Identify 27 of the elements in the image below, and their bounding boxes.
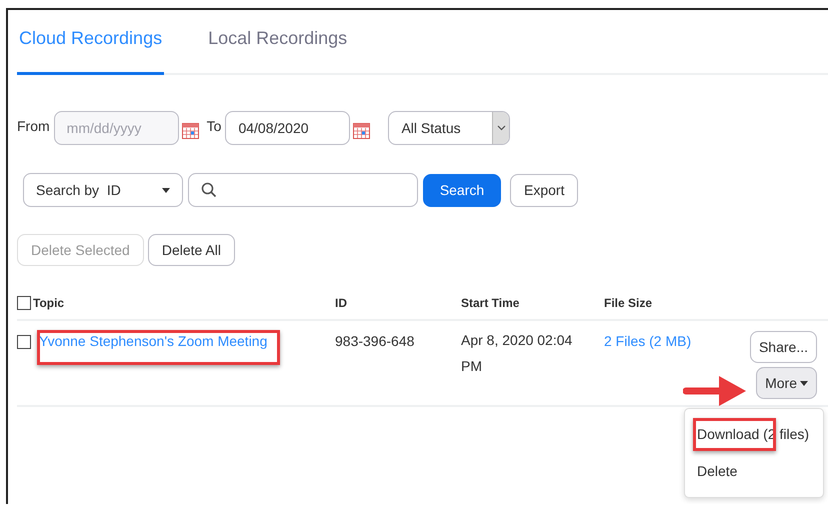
status-select[interactable]: All Status (388, 111, 510, 145)
annotation-arrow (683, 375, 747, 407)
tab[interactable]: Local Recordings (206, 25, 350, 75)
column-header: File Size (604, 295, 652, 312)
checkbox[interactable] (17, 296, 31, 310)
table-cell-text: Apr 8, 2020 02:04 PM (461, 331, 574, 376)
column-header: Topic (33, 295, 64, 312)
more-button[interactable]: More (756, 367, 817, 399)
to-label: To (206, 116, 222, 136)
export-button[interactable]: Export (510, 174, 578, 206)
chevron-icon (492, 112, 510, 144)
date-field[interactable]: mm/dd/yyyy (54, 111, 179, 145)
menu-item[interactable]: Delete (685, 453, 750, 490)
delete-button[interactable]: Delete All (148, 234, 235, 266)
from-label: From (17, 116, 50, 136)
share-button[interactable]: Share... (750, 331, 817, 363)
search-field[interactable] (188, 173, 418, 207)
search-button[interactable]: Search (423, 174, 501, 206)
column-header: Start Time (461, 295, 520, 312)
search-by-select[interactable]: Search by ID (23, 173, 183, 207)
search-icon (201, 182, 217, 198)
table-cell-text: 983-396-648 (335, 332, 416, 351)
caret-icon (162, 188, 170, 192)
date-field[interactable]: 04/08/2020 (225, 111, 350, 145)
checkbox[interactable] (17, 335, 31, 349)
caret-icon (800, 381, 808, 386)
column-header: ID (335, 295, 347, 312)
